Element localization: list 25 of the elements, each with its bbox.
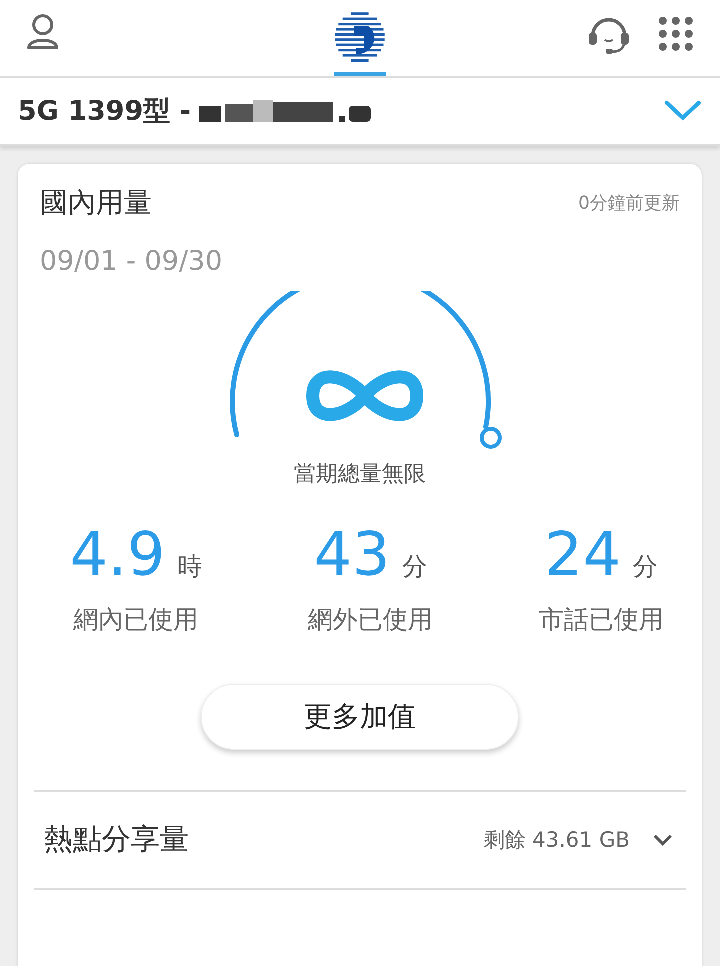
chevron-down-icon[interactable] [664,100,702,122]
usage-unit: 分 [402,551,428,583]
apps-icon[interactable] [658,16,694,52]
profile-icon[interactable] [26,14,60,50]
usage-label: 市話已使用 [538,604,664,636]
headset-icon[interactable] [586,16,632,56]
hotspot-row[interactable]: 熱點分享量 剩餘 43.61 GB [34,792,686,888]
plan-selector[interactable]: 5G 1399型 - [0,76,720,146]
plan-title: 5G 1399型 - [18,95,192,129]
usage-label: 網內已使用 [74,604,199,636]
remaining-data: 剩餘 43.61 GB [484,827,630,854]
gauge-label: 當期總量無限 [293,461,427,489]
hotspot-title: 熱點分享量 [44,821,189,858]
update-time: 0分鐘前更新 [578,192,680,215]
usage-value: 4.9 [70,525,166,585]
usage-value: 24 [544,525,622,585]
logo-icon[interactable] [334,12,386,64]
usage-label: 網外已使用 [308,604,434,636]
usage-value: 43 [314,525,390,585]
chevron-icon[interactable] [652,833,674,847]
billing-period: 09/01 - 09/30 [39,246,224,277]
card-title: 國內用量 [40,185,152,221]
top-up-button[interactable]: 更多加值 [201,684,519,750]
usage-unit: 時 [177,551,202,583]
usage-unit: 分 [633,551,658,583]
